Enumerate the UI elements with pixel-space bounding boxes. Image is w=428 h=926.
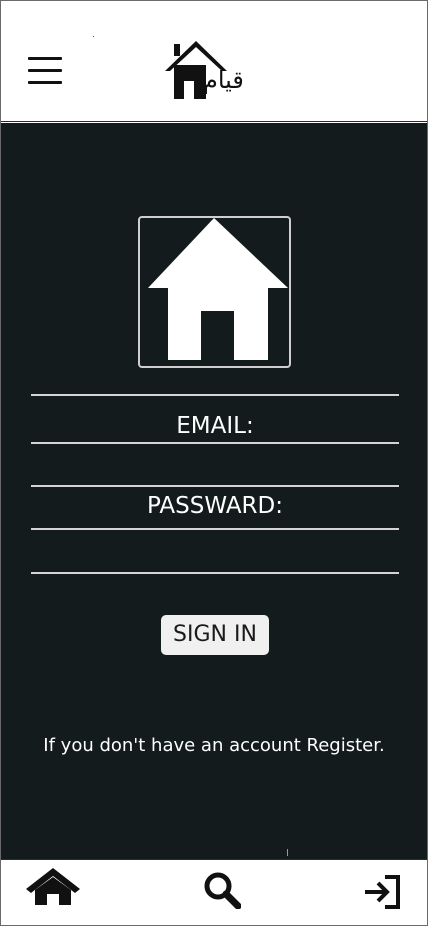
- password-input[interactable]: [31, 534, 399, 570]
- email-label: EMAIL:: [176, 413, 254, 439]
- decorative-tick: [287, 849, 288, 856]
- divider-email-label: [31, 442, 399, 444]
- divider-email-input: [31, 485, 399, 487]
- register-prompt[interactable]: If you don't have an account Register.: [1, 734, 427, 758]
- nav-home-icon[interactable]: [26, 868, 80, 910]
- house-icon: [138, 216, 291, 368]
- logo-text: قيام: [203, 66, 244, 94]
- app-frame: قيام EMAIL: PASSWARD: SIGN IN If you don…: [0, 0, 428, 926]
- divider-password-label: [31, 528, 399, 530]
- top-header: قيام: [1, 1, 427, 122]
- login-panel: EMAIL: PASSWARD: SIGN IN If you don't ha…: [1, 123, 427, 859]
- nav-sign-in-icon[interactable]: [363, 875, 401, 913]
- hamburger-menu-icon[interactable]: [28, 57, 62, 85]
- password-label: PASSWARD:: [147, 493, 283, 519]
- decorative-dot: [93, 36, 94, 37]
- divider-password-input: [31, 572, 399, 574]
- nav-search-icon[interactable]: [203, 871, 242, 913]
- email-input[interactable]: [31, 448, 399, 484]
- bottom-navigation: [1, 859, 427, 925]
- sign-in-button[interactable]: SIGN IN: [161, 615, 269, 655]
- divider-top: [31, 394, 399, 396]
